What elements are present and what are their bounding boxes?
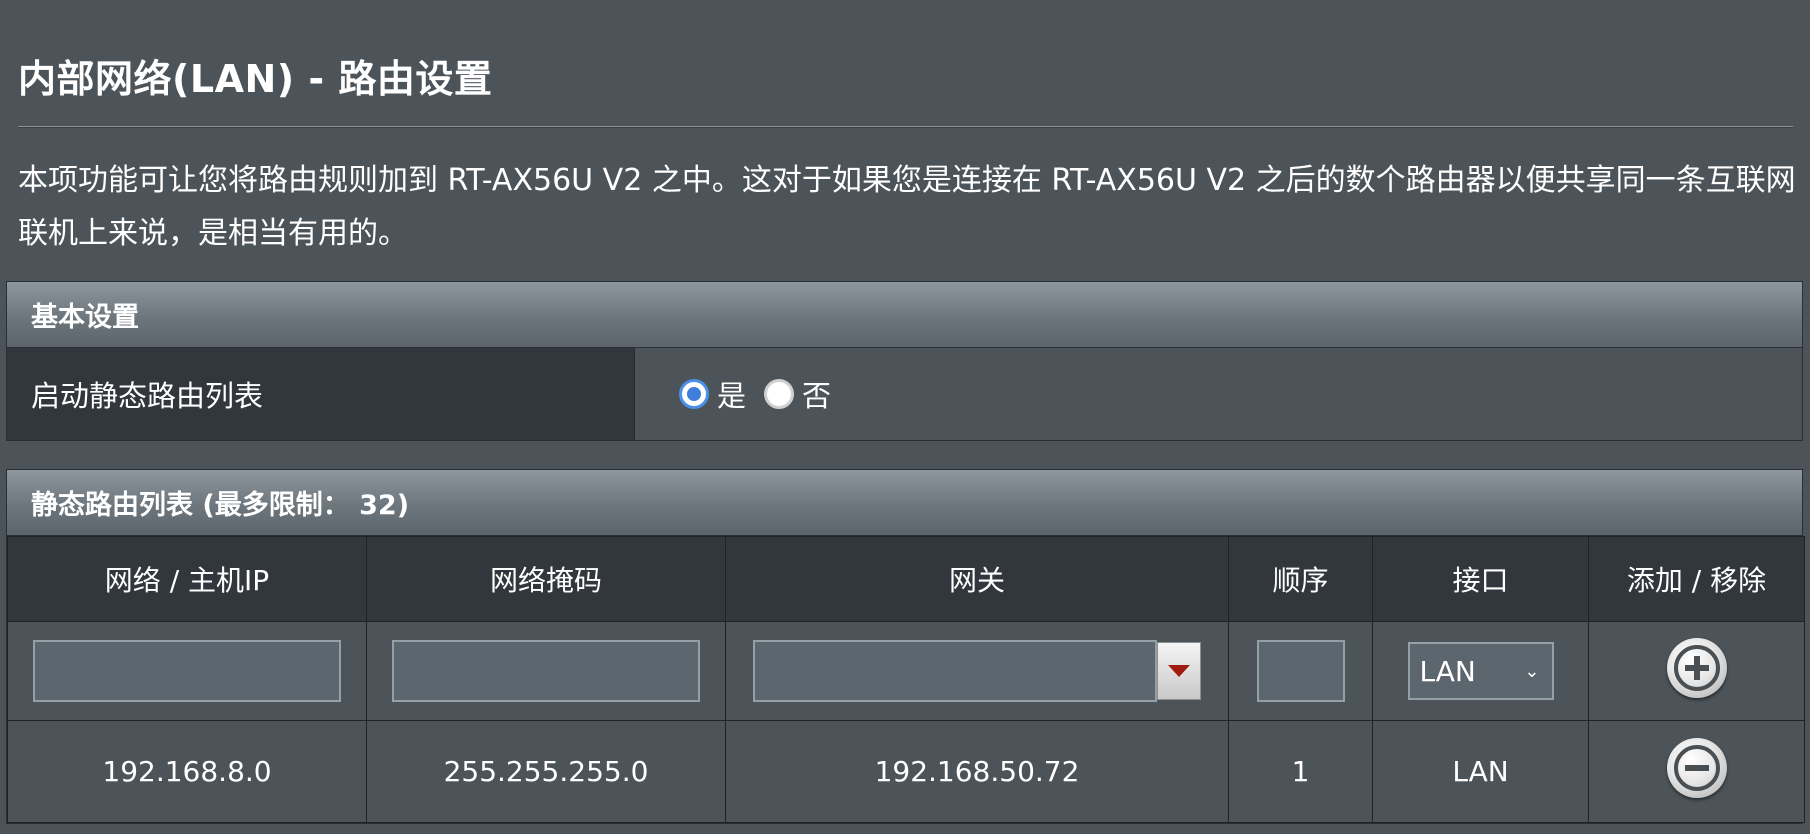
route-interface-cell: LAN — [1372, 720, 1589, 823]
radio-option-yes[interactable]: 是 — [679, 373, 746, 415]
gateway-dropdown-button[interactable] — [1157, 642, 1201, 700]
gateway-input-cell — [725, 621, 1229, 721]
radio-yes[interactable] — [679, 379, 709, 409]
route-gateway-cell: 192.168.50.72 — [725, 720, 1229, 823]
static-route-list-section: 静态路由列表 (最多限制： 32) 网络 / 主机IP 网络掩码 网关 顺序 接… — [6, 469, 1805, 824]
netmask-input-cell — [366, 621, 726, 721]
netmask-input[interactable] — [392, 640, 700, 702]
triangle-down-icon — [1168, 665, 1190, 677]
page-description: 本项功能可让您将路由规则加到 RT-AX56U V2 之中。这对于如果您是连接在… — [18, 163, 1796, 251]
radio-no[interactable] — [764, 379, 795, 409]
column-header-gateway: 网关 — [725, 536, 1229, 622]
basic-settings-header: 基本设置 — [7, 282, 1802, 348]
radio-option-no[interactable]: 否 — [764, 373, 831, 415]
chevron-down-icon: ⌄ — [1524, 660, 1540, 682]
static-route-table: 网络 / 主机IP 网络掩码 网关 顺序 接口 添加 / 移除 LAN ⌄ 19… — [7, 536, 1805, 823]
route-metric-cell: 1 — [1228, 720, 1373, 823]
title-divider — [18, 126, 1793, 128]
plus-circle-icon — [1673, 644, 1720, 691]
gateway-input[interactable] — [753, 640, 1157, 702]
radio-yes-label[interactable]: 是 — [717, 373, 746, 415]
interface-select[interactable]: LAN ⌄ — [1407, 642, 1554, 700]
column-header-metric: 顺序 — [1228, 536, 1373, 622]
minus-circle-icon — [1673, 745, 1720, 791]
enable-static-routes-label: 启动静态路由列表 — [7, 348, 635, 440]
remove-button-cell — [1588, 720, 1805, 823]
table-row: 192.168.8.0 255.255.255.0 192.168.50.72 … — [7, 720, 1805, 823]
new-route-input-row: LAN ⌄ — [7, 621, 1805, 721]
column-header-network: 网络 / 主机IP — [7, 536, 367, 622]
network-input-cell — [7, 621, 367, 721]
enable-static-routes-row: 启动静态路由列表 是 否 — [7, 348, 1802, 440]
network-ip-input[interactable] — [33, 640, 341, 702]
radio-no-label[interactable]: 否 — [802, 373, 831, 415]
column-header-interface: 接口 — [1372, 536, 1589, 622]
enable-static-routes-options: 是 否 — [635, 348, 1802, 440]
route-netmask-cell: 255.255.255.0 — [366, 720, 726, 823]
metric-input-cell — [1228, 621, 1373, 721]
route-network-cell: 192.168.8.0 — [7, 720, 367, 823]
column-header-add-remove: 添加 / 移除 — [1588, 536, 1805, 622]
static-route-list-header: 静态路由列表 (最多限制： 32) — [7, 470, 1802, 536]
add-route-button[interactable] — [1666, 637, 1727, 698]
interface-select-cell: LAN ⌄ — [1372, 621, 1589, 721]
metric-input[interactable] — [1256, 640, 1345, 702]
basic-settings-section: 基本设置 启动静态路由列表 是 否 — [6, 281, 1803, 441]
column-header-netmask: 网络掩码 — [366, 536, 726, 622]
page-title: 内部网络(LAN) - 路由设置 — [18, 57, 493, 101]
table-header-row: 网络 / 主机IP 网络掩码 网关 顺序 接口 添加 / 移除 — [7, 536, 1805, 622]
add-button-cell — [1588, 621, 1805, 721]
interface-select-value: LAN — [1419, 654, 1476, 688]
gateway-combobox — [726, 640, 1228, 702]
remove-route-button[interactable] — [1666, 738, 1727, 798]
